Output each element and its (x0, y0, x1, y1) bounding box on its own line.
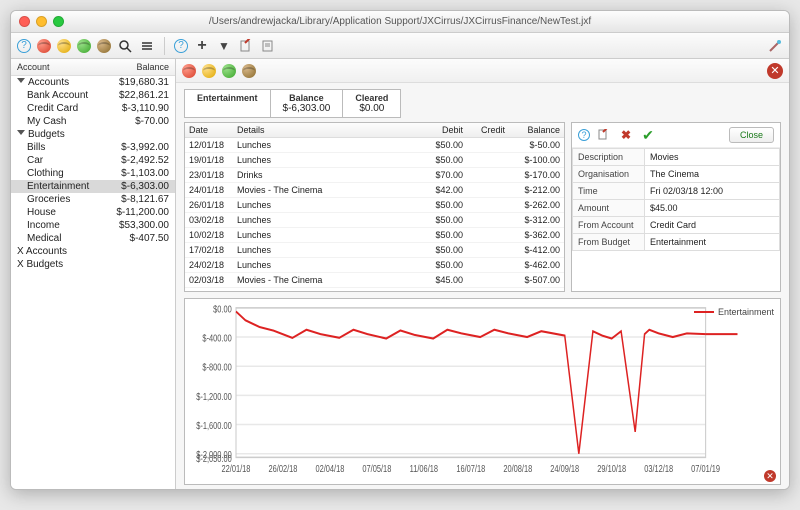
sidebar-item[interactable]: Car$-2,492.52 (11, 154, 175, 167)
transactions-table[interactable]: Date Details Debit Credit Balance 12/01/… (184, 122, 565, 292)
sidebar-item[interactable]: Groceries$-8,121.67 (11, 193, 175, 206)
table-row[interactable]: 10/02/18Lunches$50.00$-362.00 (185, 228, 564, 243)
svg-text:07/05/18: 07/05/18 (362, 463, 391, 474)
svg-text:16/07/18: 16/07/18 (456, 463, 485, 474)
table-row[interactable]: 19/01/18Lunches$50.00$-100.00 (185, 153, 564, 168)
sidebar-item[interactable]: X Budgets (11, 258, 175, 271)
sidebar-header: Account Balance (11, 59, 175, 76)
sidebar-group[interactable]: Accounts$19,680.31 (11, 76, 175, 89)
search-icon[interactable] (117, 38, 133, 54)
help-icon[interactable]: ? (17, 39, 31, 53)
tx-header: Date Details Debit Credit Balance (185, 123, 564, 138)
table-row[interactable]: 17/02/18Lunches$50.00$-412.00 (185, 243, 564, 258)
ledger-brown-icon[interactable] (97, 39, 111, 53)
summary-balance: Balance$-6,303.00 (271, 90, 344, 117)
svg-text:$-1,600.00: $-1,600.00 (196, 420, 232, 431)
titlebar: /Users/andrewjacka/Library/Application S… (11, 11, 789, 33)
table-row[interactable]: 23/01/18Drinks$70.00$-170.00 (185, 168, 564, 183)
detail-delete-icon[interactable]: ✖ (618, 127, 634, 143)
chart-legend: Entertainment (694, 307, 774, 317)
ct-red-icon[interactable] (182, 64, 196, 78)
dropdown-icon[interactable]: ▼ (216, 38, 232, 54)
table-row[interactable]: 24/02/18Lunches$50.00$-462.00 (185, 258, 564, 273)
sidebar-item[interactable]: Medical$-407.50 (11, 232, 175, 245)
summary-cleared: Cleared$0.00 (343, 90, 400, 117)
table-row[interactable]: 03/03/18Lunches$50.00$-557.00 (185, 288, 564, 292)
sidebar-item[interactable]: House$-11,200.00 (11, 206, 175, 219)
table-row[interactable]: 26/01/18Lunches$50.00$-262.00 (185, 198, 564, 213)
window-minimize[interactable] (36, 16, 47, 27)
ledger-red-icon[interactable] (37, 39, 51, 53)
window-title: /Users/andrewjacka/Library/Application S… (11, 16, 789, 27)
svg-text:$-800.00: $-800.00 (202, 361, 231, 372)
ledger-green-icon[interactable] (77, 39, 91, 53)
detail-close-button[interactable]: Close (729, 127, 774, 143)
svg-text:02/04/18: 02/04/18 (315, 463, 344, 474)
edit-icon[interactable] (238, 38, 254, 54)
svg-text:24/09/18: 24/09/18 (550, 463, 579, 474)
sidebar-item[interactable]: My Cash$-70.00 (11, 115, 175, 128)
help-icon-2[interactable]: ? (174, 39, 188, 53)
table-row[interactable]: 02/03/18Movies - The Cinema$45.00$-507.0… (185, 273, 564, 288)
close-tab-icon[interactable]: ✕ (767, 63, 783, 79)
svg-text:$-1,200.00: $-1,200.00 (196, 391, 232, 402)
table-row[interactable]: 12/01/18Lunches$50.00$-50.00 (185, 138, 564, 153)
chart-close-icon[interactable]: ✕ (764, 470, 776, 482)
svg-text:20/08/18: 20/08/18 (503, 463, 532, 474)
content-area: ✕ Entertainment Balance$-6,303.00 Cleare… (176, 59, 789, 489)
detail-help-icon[interactable]: ? (578, 129, 590, 141)
ct-yellow-icon[interactable] (202, 64, 216, 78)
main-toolbar: ? ? + ▼ (11, 33, 789, 59)
menu-icon[interactable] (139, 38, 155, 54)
sidebar-item[interactable]: Income$53,300.00 (11, 219, 175, 232)
window-zoom[interactable] (53, 16, 64, 27)
sidebar-group[interactable]: Budgets (11, 128, 175, 141)
sidebar-item[interactable]: Entertainment$-6,303.00 (11, 180, 175, 193)
summary-name: Entertainment (185, 90, 271, 117)
svg-text:26/02/18: 26/02/18 (269, 463, 298, 474)
app-window: /Users/andrewjacka/Library/Application S… (10, 10, 790, 490)
brush-icon[interactable] (767, 38, 783, 54)
svg-text:03/12/18: 03/12/18 (644, 463, 673, 474)
detail-confirm-icon[interactable]: ✔ (640, 127, 656, 143)
sidebar-item[interactable]: X Accounts (11, 245, 175, 258)
table-row[interactable]: 03/02/18Lunches$50.00$-312.00 (185, 213, 564, 228)
ct-green-icon[interactable] (222, 64, 236, 78)
window-close[interactable] (19, 16, 30, 27)
svg-text:07/01/19: 07/01/19 (691, 463, 720, 474)
ledger-yellow-icon[interactable] (57, 39, 71, 53)
svg-text:29/10/18: 29/10/18 (597, 463, 626, 474)
sidebar-item[interactable]: Bills$-3,992.00 (11, 141, 175, 154)
note-icon[interactable] (260, 38, 276, 54)
sidebar-item[interactable]: Credit Card$-3,110.90 (11, 102, 175, 115)
balance-chart: Entertainment $0.00 $-400.00 $-800.00 $-1,2… (184, 298, 781, 485)
svg-text:$0.00: $0.00 (213, 303, 232, 314)
table-row[interactable]: 24/01/18Movies - The Cinema$42.00$-212.0… (185, 183, 564, 198)
content-toolbar: ✕ (176, 59, 789, 83)
sidebar-item[interactable]: Bank Account$22,861.21 (11, 89, 175, 102)
detail-edit-icon[interactable] (596, 127, 612, 143)
svg-text:22/01/18: 22/01/18 (222, 463, 251, 474)
detail-panel: ? ✖ ✔ Close DescriptionMoviesOrganisatio… (571, 122, 781, 292)
ct-brown-icon[interactable] (242, 64, 256, 78)
sidebar-item[interactable]: Clothing$-1,103.00 (11, 167, 175, 180)
accounts-sidebar[interactable]: Account Balance Accounts$19,680.31Bank A… (11, 59, 176, 489)
svg-text:11/06/18: 11/06/18 (410, 463, 438, 474)
summary-bar: Entertainment Balance$-6,303.00 Cleared$… (184, 89, 401, 118)
detail-table: DescriptionMoviesOrganisationThe CinemaT… (572, 148, 780, 251)
add-icon[interactable]: + (194, 38, 210, 54)
svg-text:$-400.00: $-400.00 (202, 332, 231, 343)
